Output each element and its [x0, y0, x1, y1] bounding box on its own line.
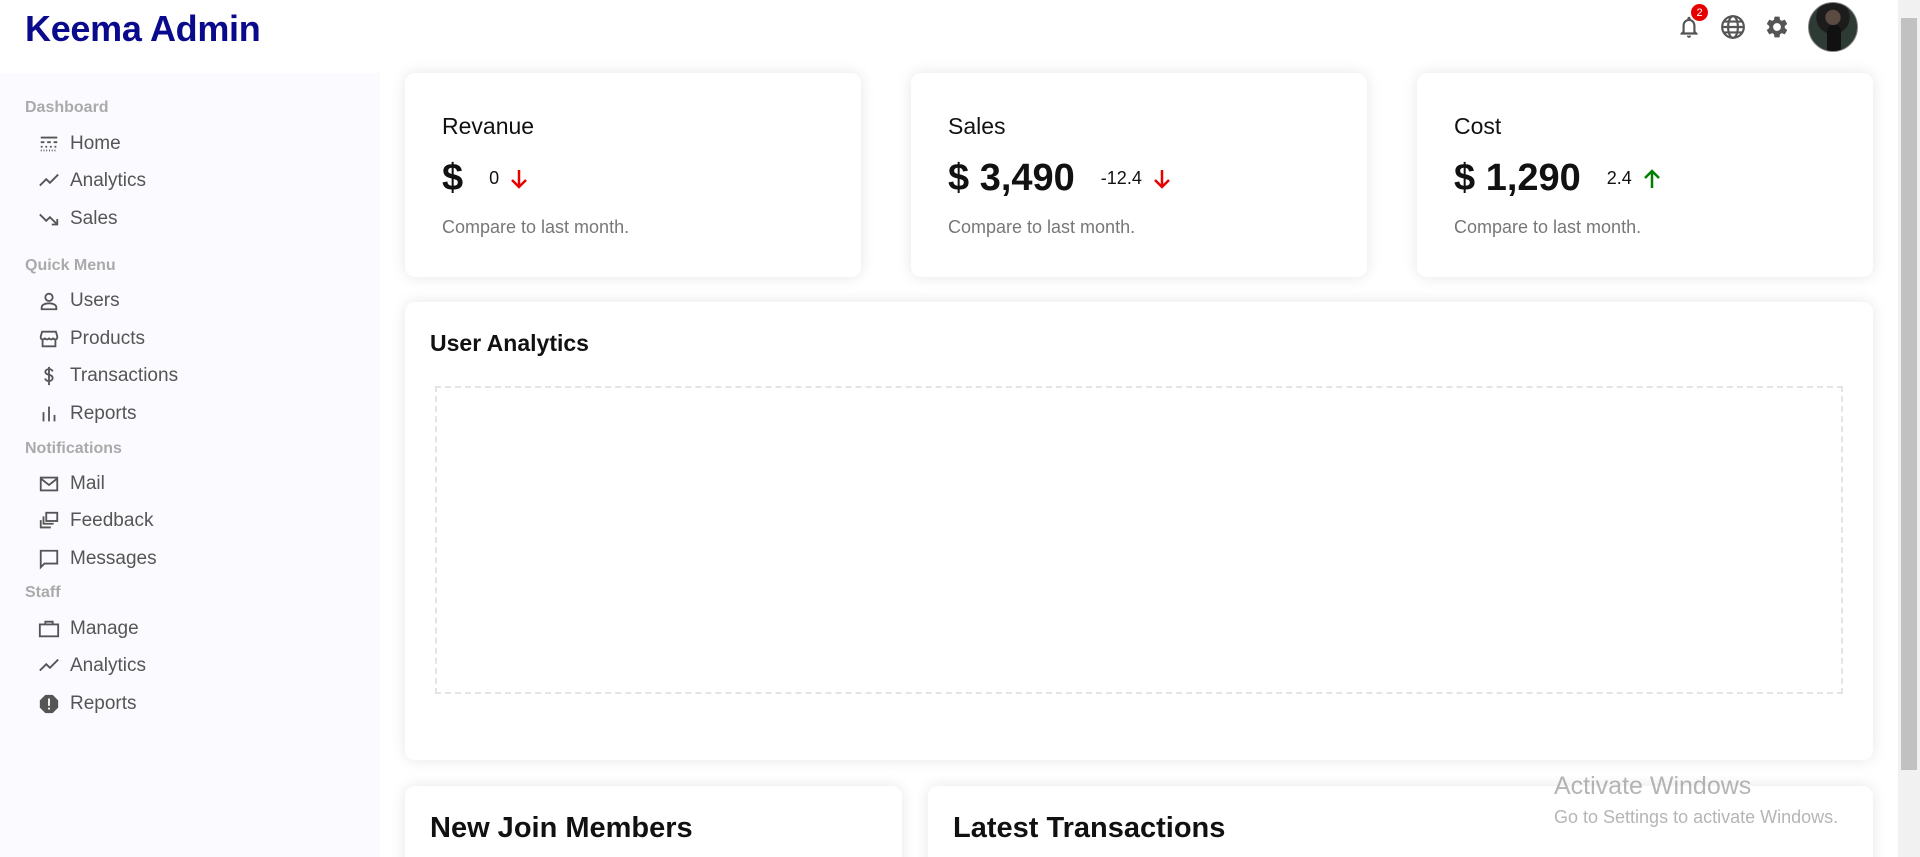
- sidebar-item-mail[interactable]: Mail: [38, 469, 105, 499]
- widget-title: New Join Members: [430, 812, 693, 844]
- featured-money: $ 1,290: [1454, 157, 1581, 199]
- timeline-icon: [39, 658, 59, 672]
- sidebar-item-label: Analytics: [70, 655, 147, 676]
- chat-bubble-icon: [39, 549, 59, 570]
- featured-title: Revanue: [442, 113, 535, 139]
- user-analytics-card: User Analytics: [405, 302, 1873, 760]
- sidebar-item-home[interactable]: Home: [38, 129, 121, 159]
- featured-money: $: [442, 157, 464, 199]
- trending-up-icon: [39, 173, 59, 187]
- featured-rate: 2.4: [1607, 167, 1664, 191]
- dollar-icon: [44, 366, 54, 386]
- sidebar-item-label: Products: [70, 328, 145, 349]
- work-icon: [38, 620, 60, 638]
- sidebar-item-users[interactable]: Users: [38, 286, 120, 316]
- sidebar: Dashboard Home Analytics Sales Quick Men…: [0, 73, 380, 857]
- sidebar-item-staff-reports[interactable]: Reports: [38, 689, 137, 719]
- activate-windows-watermark: Activate Windows Go to Settings to activ…: [1554, 772, 1838, 828]
- featured-sub: Compare to last month.: [948, 217, 1136, 237]
- arrow-up-icon: [1643, 168, 1660, 188]
- chart-area: [435, 386, 1843, 694]
- sidebar-item-feedback[interactable]: Feedback: [38, 506, 153, 536]
- featured-money-row: $ 3,490 -12.4: [948, 157, 1174, 200]
- featured-title: Cost: [1454, 113, 1502, 139]
- featured-rate: -12.4: [1101, 167, 1174, 191]
- user-avatar[interactable]: [1808, 2, 1858, 52]
- featured-rate-value: 0: [489, 168, 500, 188]
- arrow-down-icon: [1153, 169, 1170, 189]
- sidebar-item-label: Reports: [70, 403, 137, 424]
- sidebar-item-label: Manage: [70, 618, 139, 639]
- sidebar-section-title: Staff: [25, 584, 61, 601]
- sidebar-item-label: Home: [70, 133, 121, 154]
- featured-title: Sales: [948, 113, 1006, 139]
- sidebar-item-label: Transactions: [70, 365, 179, 386]
- sidebar-section-title: Dashboard: [25, 99, 109, 116]
- featured-rate-value: 2.4: [1606, 168, 1632, 188]
- sidebar-item-transactions[interactable]: Transactions: [38, 361, 178, 391]
- featured-sub: Compare to last month.: [1454, 217, 1642, 237]
- featured-money: $ 3,490: [948, 157, 1075, 199]
- featured-rate-value: -12.4: [1100, 168, 1142, 188]
- sidebar-item-reports[interactable]: Reports: [38, 399, 137, 429]
- featured-sub: Compare to last month.: [442, 217, 630, 237]
- featured-card-cost: Cost $ 1,290 2.4 Compare to last month.: [1417, 73, 1873, 277]
- sidebar-section-title: Notifications: [25, 440, 122, 457]
- sidebar-item-manage[interactable]: Manage: [38, 614, 139, 644]
- chart-title: User Analytics: [430, 330, 589, 356]
- notifications-icon[interactable]: 2: [1676, 4, 1708, 40]
- sidebar-item-analytics[interactable]: Analytics: [38, 166, 146, 196]
- arrow-down-icon: [511, 169, 528, 189]
- topbar: Keema Admin 2: [0, 0, 1898, 73]
- sidebar-item-sales[interactable]: Sales: [38, 204, 118, 234]
- sidebar-item-label: Analytics: [70, 170, 147, 191]
- sidebar-item-label: Mail: [70, 473, 105, 494]
- storefront-icon: [39, 330, 59, 348]
- mail-icon: [39, 476, 59, 492]
- trending-down-icon: [39, 213, 59, 226]
- sidebar-item-products[interactable]: Products: [38, 324, 145, 354]
- featured-card-sales: Sales $ 3,490 -12.4 Compare to last mont…: [911, 73, 1367, 277]
- sidebar-item-label: Feedback: [70, 510, 154, 531]
- sidebar-item-messages[interactable]: Messages: [38, 544, 157, 574]
- watermark-line-2: Go to Settings to activate Windows.: [1554, 807, 1839, 827]
- page-scrollbar[interactable]: [1898, 0, 1920, 857]
- watermark-line-1: Activate Windows: [1554, 772, 1752, 800]
- featured-card-revenue: Revanue $ 0 Compare to last month.: [405, 73, 861, 277]
- topbar-icons: 2: [1676, 2, 1858, 52]
- sidebar-item-label: Messages: [70, 548, 157, 569]
- widget-title: Latest Transactions: [953, 812, 1226, 844]
- featured-money-row: $ 1,290 2.4: [1454, 157, 1664, 200]
- person-icon: [40, 292, 58, 311]
- sidebar-item-label: Users: [70, 290, 120, 311]
- new-members-widget: New Join Members: [405, 786, 902, 857]
- sidebar-item-label: Sales: [70, 208, 118, 229]
- sidebar-item-staff-analytics[interactable]: Analytics: [38, 651, 146, 681]
- notification-badge: 2: [1691, 4, 1708, 21]
- featured-rate: 0: [489, 167, 531, 191]
- dynamic-feed-icon: [39, 511, 59, 529]
- sidebar-section-title: Quick Menu: [25, 257, 116, 274]
- language-icon[interactable]: [1720, 14, 1746, 40]
- featured-money-row: $ 0: [442, 157, 531, 200]
- bar-chart-icon: [42, 406, 56, 422]
- settings-icon[interactable]: [1764, 14, 1790, 40]
- line-style-icon: [40, 136, 58, 152]
- scrollbar-thumb[interactable]: [1901, 18, 1917, 770]
- report-icon: [39, 694, 59, 714]
- app-logo[interactable]: Keema Admin: [25, 8, 261, 50]
- sidebar-item-label: Reports: [70, 693, 137, 714]
